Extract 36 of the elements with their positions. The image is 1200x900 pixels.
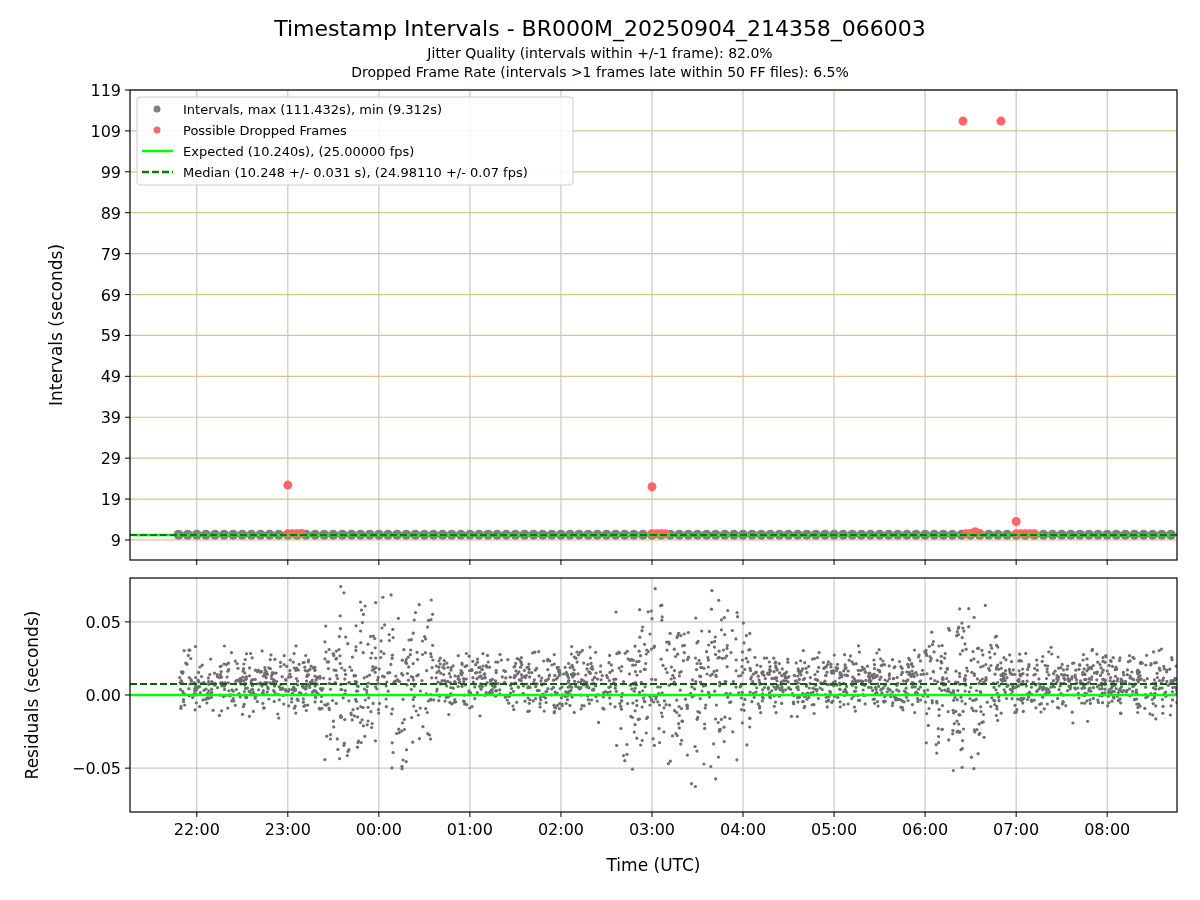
- y-tick-label: 109: [90, 121, 121, 141]
- x-tick-label: 00:00: [355, 820, 402, 839]
- x-tick-label: 22:00: [173, 820, 220, 839]
- y-tick-label: 59: [100, 326, 121, 346]
- y-tick-label: 49: [100, 367, 121, 387]
- x-axis-label: Time (UTC): [606, 855, 701, 875]
- x-tick-label: 04:00: [719, 820, 767, 839]
- x-tick-label: 23:00: [264, 820, 311, 839]
- y-tick-label: 19: [100, 490, 121, 510]
- x-tick-label: 05:00: [811, 820, 858, 839]
- x-tick-label: 02:00: [537, 820, 584, 839]
- y-axis-label: Intervals (seconds): [46, 243, 66, 407]
- x-tick-label: 06:00: [902, 820, 949, 839]
- y-tick-label: 69: [100, 285, 121, 305]
- legend-label: Median (10.248 +/- 0.031 s), (24.98110 +/- 0.07 fps): [183, 164, 528, 180]
- y-tick-label: 29: [100, 449, 121, 469]
- legend-label: Expected (10.240s), (25.00000 fps): [183, 143, 415, 159]
- y-tick-label: 99: [100, 162, 121, 182]
- y-tick-label: 39: [100, 408, 121, 428]
- chart-title: Timestamp Intervals - BR000M_20250904_214358_066003: [274, 15, 926, 44]
- y-tick-label: 9: [110, 530, 121, 550]
- x-tick-label: 08:00: [1084, 820, 1131, 839]
- y-tick-label: 79: [100, 244, 121, 264]
- legend-label: Intervals, max (111.432s), min (9.312s): [183, 101, 442, 117]
- x-tick-label: 01:00: [446, 820, 493, 839]
- y-tick-label: 119: [90, 81, 121, 100]
- legend-label: Possible Dropped Frames: [183, 122, 347, 138]
- y-tick-label: 0.05: [85, 612, 121, 632]
- chart-subtitle: Jitter Quality (intervals within +/-1 frame): 82.0%: [427, 44, 773, 63]
- y-tick-label: −0.05: [71, 759, 121, 779]
- x-tick-label: 03:00: [628, 820, 676, 839]
- x-tick-label: 07:00: [993, 820, 1040, 839]
- y-tick-label: 0.00: [85, 686, 121, 705]
- y-tick-label: 89: [100, 203, 121, 223]
- y-axis-label: Residuals (seconds): [22, 610, 42, 780]
- chart-subtitle: Dropped Frame Rate (intervals >1 frames late within 50 FF files): 6.5%: [351, 63, 849, 82]
